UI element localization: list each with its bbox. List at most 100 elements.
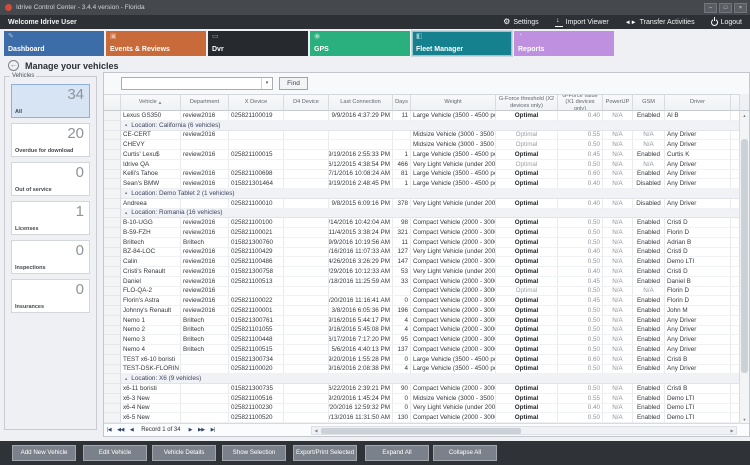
table-row[interactable]: x6-11 boristi 015821300735 6/22/2016 2:39:… bbox=[104, 384, 741, 394]
add-new-vehicle-button[interactable]: Add New Vehicle bbox=[12, 445, 76, 461]
group-row[interactable]: ▴ Location: California (6 vehicles) bbox=[104, 120, 741, 131]
cell-driver: Demo LTI bbox=[665, 413, 731, 423]
vertical-scrollbar[interactable]: ▲ ▼ bbox=[739, 111, 749, 425]
table-row[interactable]: Lexus GS350 review2016 025821100019 9/9/201… bbox=[104, 111, 741, 121]
collapse-all-button[interactable]: Collapse All bbox=[433, 445, 497, 461]
vehicle-details-button[interactable]: Vehicle Details bbox=[152, 445, 216, 461]
group-row[interactable]: ▴ Location: Romania (16 vehicles) bbox=[104, 208, 741, 219]
collapse-group-icon[interactable]: ▴ bbox=[125, 376, 127, 382]
vehicles-filter-insurances[interactable]: 0 Insurances bbox=[11, 279, 90, 313]
table-row[interactable]: B-10-UGG review2016 025821100100 6/14/2016 … bbox=[104, 218, 741, 228]
table-row[interactable]: Nemo 3 Briltech 025821100448 6/17/2016 7:17… bbox=[104, 335, 741, 345]
table-row[interactable]: Andreea 025821100010 9/8/2015 6:09:16 PM 37… bbox=[104, 198, 741, 209]
first-record-button[interactable]: |◀ bbox=[104, 427, 114, 433]
collapse-group-icon[interactable]: ▴ bbox=[125, 190, 127, 196]
column-header-last_connection[interactable]: Last Connection bbox=[329, 94, 393, 111]
last-record-button[interactable]: ▶| bbox=[208, 427, 218, 433]
group-row[interactable]: ▴ Location: X6 (9 vehicles) bbox=[104, 374, 741, 384]
column-header-vehicle[interactable]: Vehicle ▲ bbox=[121, 94, 181, 111]
table-row[interactable]: BZ-84-LOC review2016 025821100429 5/16/2016… bbox=[104, 247, 741, 258]
group-row[interactable]: ▴ Location: Demo Tablet 2 (1 vehicles) bbox=[104, 189, 741, 199]
find-button[interactable]: Find bbox=[279, 77, 308, 90]
table-row[interactable]: Calin review2016 025821100486 4/26/2016 3:2… bbox=[104, 257, 741, 267]
table-row[interactable]: Briltech Briltech 015821300760 9/9/2016 10:… bbox=[104, 237, 741, 248]
scroll-right-icon[interactable]: ▶ bbox=[728, 427, 736, 434]
transfer-activities-button[interactable]: Transfer Activities bbox=[625, 19, 695, 26]
column-chooser-corner[interactable] bbox=[739, 94, 749, 111]
column-header-gsm[interactable]: GSM bbox=[633, 94, 665, 111]
column-header-gforce_value[interactable]: G-Force value (X1 devices only) bbox=[558, 94, 603, 111]
next-page-button[interactable]: ▶▶ bbox=[195, 427, 208, 433]
table-row[interactable]: Johnny's Renault review2016 025821100001 3/… bbox=[104, 306, 741, 316]
tab-events-reviews[interactable]: ▣ Events & Reviews bbox=[106, 31, 206, 56]
tab-gps[interactable]: ◉ GPS bbox=[310, 31, 410, 56]
table-row[interactable]: TEST x6-10 boristi 015821300734 9/20/2016 … bbox=[104, 354, 741, 365]
tab-dvr[interactable]: ▭ Dvr bbox=[208, 31, 308, 56]
cell-vehicle: Curtis' Lexu$ bbox=[121, 150, 181, 160]
show-selection-button[interactable]: Show Selection bbox=[222, 445, 286, 461]
search-input[interactable] bbox=[123, 79, 261, 88]
table-row[interactable]: CHEVY Midsize Vehicle (3000 - 3500 pounds… bbox=[104, 140, 741, 150]
export-print-selected-button[interactable]: Export/Print Selected bbox=[293, 445, 357, 461]
column-header-driver[interactable]: Driver bbox=[665, 94, 731, 111]
table-row[interactable]: B-59-FZH review2016 025821100021 11/4/2015 … bbox=[104, 228, 741, 238]
vehicles-filter-overdue-for-download[interactable]: 20 Overdue for download bbox=[11, 123, 90, 157]
horizontal-scroll-thumb[interactable] bbox=[321, 427, 521, 434]
edit-vehicle-button[interactable]: Edit Vehicle bbox=[83, 445, 147, 461]
column-header-weight[interactable]: Weight bbox=[411, 94, 496, 111]
next-record-button[interactable]: ▶ bbox=[186, 427, 195, 433]
search-combobox[interactable]: ▾ bbox=[121, 77, 273, 90]
table-row[interactable]: x6-3 New 025821100516 9/20/2016 1:45:24 PM… bbox=[104, 393, 741, 404]
table-row[interactable]: Kelli's Tahoe review2016 025821100698 7/1/2… bbox=[104, 169, 741, 180]
chevron-down-icon[interactable]: ▾ bbox=[261, 78, 272, 89]
table-row[interactable]: Idrive QA 6/12/2015 4:38:54 PM 466 Very Lig… bbox=[104, 159, 741, 170]
scroll-left-icon[interactable]: ◀ bbox=[312, 427, 320, 434]
cell-driver: Demo LTI bbox=[665, 393, 731, 404]
column-header-powerup[interactable]: PowerUP bbox=[603, 94, 633, 111]
table-row[interactable]: Nemo 1 Briltech 015821300761 9/16/2016 5:44… bbox=[104, 315, 741, 326]
column-header-d4device[interactable]: D4 Device bbox=[284, 94, 329, 111]
vehicles-filter-all[interactable]: 34 All bbox=[11, 84, 90, 118]
tab-fleet-manager[interactable]: ◧ Fleet Manager bbox=[411, 30, 513, 57]
vehicles-filter-inspections[interactable]: 0 Inspections bbox=[11, 240, 90, 274]
cell-gsm: Enabled bbox=[633, 276, 665, 287]
horizontal-scrollbar[interactable]: ◀ ▶ bbox=[311, 426, 737, 435]
window-minimize-button[interactable]: – bbox=[704, 2, 717, 13]
cell-powerup: N/A bbox=[603, 159, 633, 170]
table-row[interactable]: CE-CERT review2016 Midsize Vehicle (3000 -… bbox=[104, 130, 741, 141]
vertical-scroll-thumb[interactable] bbox=[741, 139, 748, 373]
row-indicator bbox=[104, 276, 121, 287]
vehicles-filter-out-of-service[interactable]: 0 Out of service bbox=[11, 162, 90, 196]
collapse-group-icon[interactable]: ▴ bbox=[125, 210, 127, 216]
table-row[interactable]: x6-4 New 025821100230 9/20/2016 12:59:32 P… bbox=[104, 403, 741, 414]
table-row[interactable]: Daniel review2016 025821100513 9/18/2016 11… bbox=[104, 276, 741, 287]
vehicles-filter-licenses[interactable]: 1 Licenses bbox=[11, 201, 90, 235]
expand-all-button[interactable]: Expand All bbox=[365, 445, 429, 461]
prev-record-button[interactable]: ◀ bbox=[127, 427, 136, 433]
table-row[interactable]: Florin's Astra review2016 025821100022 9/20… bbox=[104, 296, 741, 306]
import-viewer-button[interactable]: Import Viewer bbox=[554, 17, 609, 27]
tab-reports[interactable]: ◔ Reports bbox=[514, 31, 614, 56]
table-row[interactable]: Cristi's Renault review2016 015821300758 7/… bbox=[104, 267, 741, 277]
window-maximize-button[interactable]: □ bbox=[719, 2, 732, 13]
table-row[interactable]: Curtis' Lexu$ review2016 025821100015 9/19/… bbox=[104, 150, 741, 160]
collapse-group-icon[interactable]: ▴ bbox=[125, 122, 127, 128]
scroll-up-icon[interactable]: ▲ bbox=[740, 111, 749, 121]
table-row[interactable]: Nemo 4 Briltech 025821100515 5/6/2016 4:40:… bbox=[104, 345, 741, 355]
prev-page-button[interactable]: ◀◀ bbox=[114, 427, 127, 433]
column-header-days[interactable]: Days bbox=[393, 94, 411, 111]
back-button[interactable]: ← bbox=[8, 60, 19, 71]
window-close-button[interactable]: × bbox=[734, 2, 747, 13]
table-row[interactable]: Nemo 2 Briltech 025821101055 9/16/2016 5:45… bbox=[104, 325, 741, 336]
table-row[interactable]: Sean's BMW review2016 015821301464 9/19/201… bbox=[104, 179, 741, 189]
column-header-gforce_threshold[interactable]: G-Force threshold (X2 devices only) bbox=[496, 94, 558, 111]
table-row[interactable]: x6-5 New 025821100520 5/13/2016 11:31:50 A… bbox=[104, 413, 741, 423]
table-row[interactable]: TEST-DSK-FLORIN 025821100020 9/16/2016 2:0… bbox=[104, 364, 741, 375]
cell-powerup: N/A bbox=[603, 140, 633, 150]
table-row[interactable]: FLO-QA-2 review2016 Compact Vehicle (2000 … bbox=[104, 286, 741, 297]
tab-dashboard[interactable]: ✎ Dashboard bbox=[4, 31, 104, 56]
column-header-xdevice[interactable]: X Device bbox=[229, 94, 284, 111]
settings-button[interactable]: Settings bbox=[503, 18, 538, 26]
logout-button[interactable]: Logout bbox=[710, 17, 742, 26]
column-header-department[interactable]: Department bbox=[181, 94, 229, 111]
